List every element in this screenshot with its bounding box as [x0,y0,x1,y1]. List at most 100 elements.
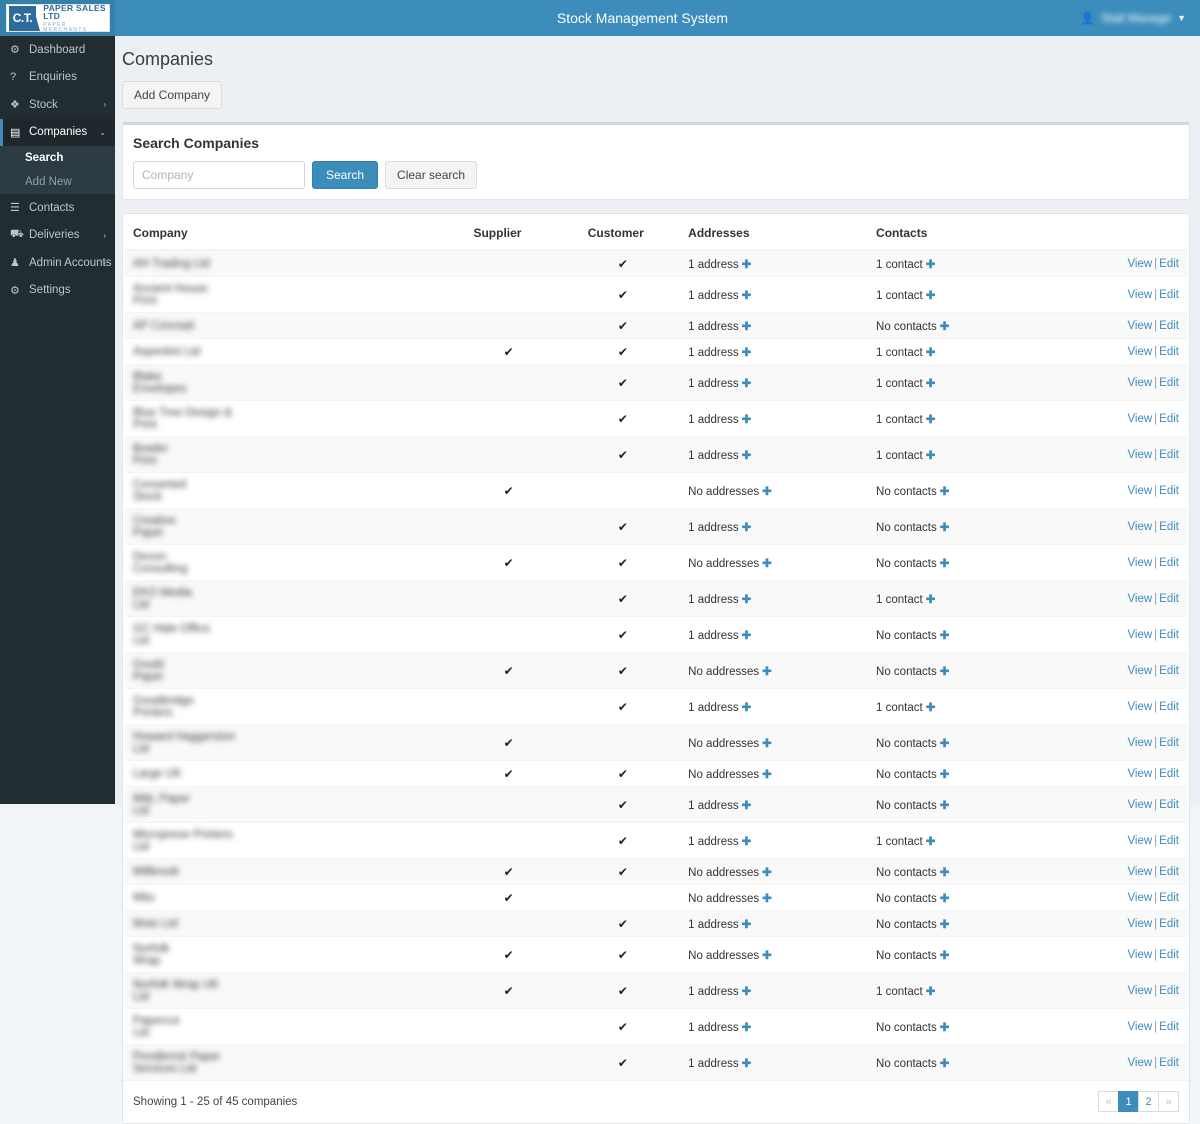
view-link[interactable]: View [1127,320,1152,332]
column-header-contacts[interactable]: Contacts [868,220,1120,251]
edit-link[interactable]: Edit [1159,799,1179,811]
add-address-icon[interactable]: ✚ [762,867,772,879]
sidebar-subitem-add-new[interactable]: Add New [0,170,115,194]
view-link[interactable]: View [1127,557,1152,569]
view-link[interactable]: View [1127,377,1152,389]
sidebar-item-settings[interactable]: ⚙ Settings [0,277,115,305]
edit-link[interactable]: Edit [1159,665,1179,677]
pagination-page-2[interactable]: 2 [1138,1091,1159,1112]
clear-search-button[interactable]: Clear search [385,161,478,189]
user-menu[interactable]: 👤 Stall Manage ▼ [1080,0,1190,36]
add-address-icon[interactable]: ✚ [742,919,752,931]
sidebar-item-dashboard[interactable]: ⚙ Dashboard [0,36,115,64]
view-link[interactable]: View [1127,1021,1152,1033]
edit-link[interactable]: Edit [1159,1021,1179,1033]
view-link[interactable]: View [1127,949,1152,961]
add-contact-icon[interactable]: ✚ [940,486,950,498]
add-contact-icon[interactable]: ✚ [926,450,936,462]
edit-link[interactable]: Edit [1159,289,1179,301]
add-contact-icon[interactable]: ✚ [940,321,950,333]
add-address-icon[interactable]: ✚ [762,558,772,570]
sidebar-item-stock[interactable]: ❖ Stock › [0,91,115,119]
edit-link[interactable]: Edit [1159,892,1179,904]
add-address-icon[interactable]: ✚ [762,738,772,750]
view-link[interactable]: View [1127,799,1152,811]
add-address-icon[interactable]: ✚ [742,800,752,812]
edit-link[interactable]: Edit [1159,320,1179,332]
edit-link[interactable]: Edit [1159,413,1179,425]
sidebar-item-deliveries[interactable]: ⛟ Deliveries › [0,222,115,250]
add-contact-icon[interactable]: ✚ [940,1022,950,1034]
column-header-company[interactable]: Company [125,220,452,251]
edit-link[interactable]: Edit [1159,449,1179,461]
add-address-icon[interactable]: ✚ [762,486,772,498]
add-address-icon[interactable]: ✚ [742,378,752,390]
add-address-icon[interactable]: ✚ [762,950,772,962]
edit-link[interactable]: Edit [1159,629,1179,641]
add-contact-icon[interactable]: ✚ [926,702,936,714]
add-address-icon[interactable]: ✚ [742,259,752,271]
view-link[interactable]: View [1127,346,1152,358]
add-contact-icon[interactable]: ✚ [940,630,950,642]
add-contact-icon[interactable]: ✚ [926,378,936,390]
view-link[interactable]: View [1127,985,1152,997]
view-link[interactable]: View [1127,768,1152,780]
search-input[interactable] [133,161,305,189]
sidebar-item-companies[interactable]: ▤ Companies ⌄ [0,118,115,146]
add-contact-icon[interactable]: ✚ [940,1058,950,1070]
add-contact-icon[interactable]: ✚ [940,522,950,534]
edit-link[interactable]: Edit [1159,557,1179,569]
edit-link[interactable]: Edit [1159,835,1179,847]
view-link[interactable]: View [1127,918,1152,930]
add-contact-icon[interactable]: ✚ [940,738,950,750]
view-link[interactable]: View [1127,593,1152,605]
add-contact-icon[interactable]: ✚ [940,893,950,905]
add-address-icon[interactable]: ✚ [742,321,752,333]
add-contact-icon[interactable]: ✚ [940,558,950,570]
edit-link[interactable]: Edit [1159,485,1179,497]
add-contact-icon[interactable]: ✚ [940,666,950,678]
add-address-icon[interactable]: ✚ [742,522,752,534]
sidebar-item-admin-accounts[interactable]: ♟ Admin Accounts › [0,249,115,277]
add-contact-icon[interactable]: ✚ [926,986,936,998]
view-link[interactable]: View [1127,449,1152,461]
add-contact-icon[interactable]: ✚ [940,950,950,962]
view-link[interactable]: View [1127,258,1152,270]
sidebar-subitem-search[interactable]: Search [0,146,115,170]
add-contact-icon[interactable]: ✚ [926,836,936,848]
edit-link[interactable]: Edit [1159,768,1179,780]
view-link[interactable]: View [1127,737,1152,749]
column-header-addresses[interactable]: Addresses [680,220,869,251]
add-address-icon[interactable]: ✚ [742,414,752,426]
add-address-icon[interactable]: ✚ [762,769,772,781]
add-contact-icon[interactable]: ✚ [926,259,936,271]
edit-link[interactable]: Edit [1159,521,1179,533]
add-address-icon[interactable]: ✚ [742,450,752,462]
column-header-customer[interactable]: Customer [565,220,681,251]
add-contact-icon[interactable]: ✚ [940,769,950,781]
view-link[interactable]: View [1127,521,1152,533]
view-link[interactable]: View [1127,701,1152,713]
add-contact-icon[interactable]: ✚ [926,290,936,302]
edit-link[interactable]: Edit [1159,737,1179,749]
sidebar-item-contacts[interactable]: ☰ Contacts [0,194,115,222]
view-link[interactable]: View [1127,892,1152,904]
add-company-button[interactable]: Add Company [122,81,223,109]
edit-link[interactable]: Edit [1159,346,1179,358]
view-link[interactable]: View [1127,835,1152,847]
edit-link[interactable]: Edit [1159,918,1179,930]
add-contact-icon[interactable]: ✚ [926,594,936,606]
add-contact-icon[interactable]: ✚ [940,867,950,879]
view-link[interactable]: View [1127,485,1152,497]
view-link[interactable]: View [1127,665,1152,677]
add-address-icon[interactable]: ✚ [742,986,752,998]
view-link[interactable]: View [1127,289,1152,301]
add-contact-icon[interactable]: ✚ [940,800,950,812]
edit-link[interactable]: Edit [1159,701,1179,713]
add-address-icon[interactable]: ✚ [742,630,752,642]
edit-link[interactable]: Edit [1159,949,1179,961]
edit-link[interactable]: Edit [1159,866,1179,878]
view-link[interactable]: View [1127,866,1152,878]
add-address-icon[interactable]: ✚ [742,1058,752,1070]
add-address-icon[interactable]: ✚ [742,702,752,714]
